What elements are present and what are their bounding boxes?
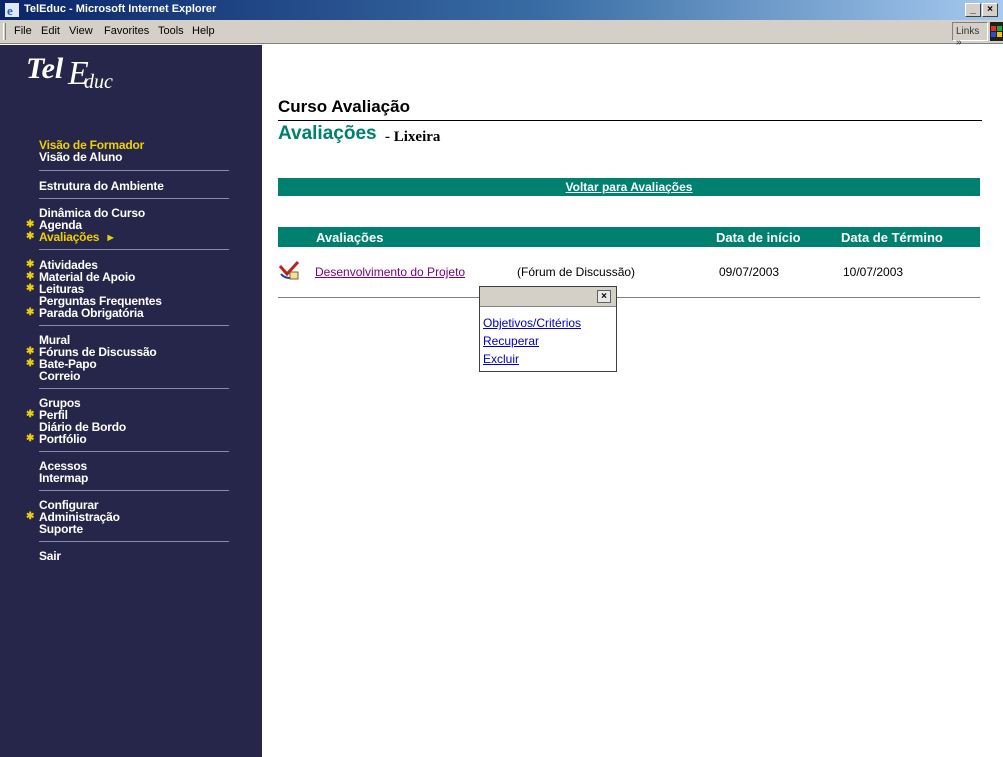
column-header-data-inicio: Data de início	[716, 230, 801, 245]
toolbar-grip[interactable]	[3, 23, 6, 40]
evaluation-type: (Fórum de Discussão)	[517, 265, 636, 279]
menu-tools[interactable]: Tools	[158, 25, 184, 37]
menu-edit[interactable]: Edit	[41, 25, 60, 37]
main-content: Curso Avaliação Avaliações - Lixeira Vol…	[262, 45, 1003, 757]
column-header-avaliacoes: Avaliações	[316, 230, 384, 245]
nav-divider	[39, 249, 229, 250]
pointing-hand-icon: ►	[105, 232, 116, 244]
table-header: Avaliações Data de início Data de Términ…	[278, 227, 980, 247]
nav-divider	[39, 541, 229, 542]
window-title: TelEduc - Microsoft Internet Explorer	[24, 3, 217, 15]
windows-logo-icon	[990, 22, 1003, 41]
nav-divider	[39, 388, 229, 389]
popup-excluir-link[interactable]: Excluir	[483, 352, 519, 366]
nav-divider	[39, 170, 229, 171]
internet-explorer-icon: e	[5, 3, 19, 18]
nav-correio[interactable]: Correio	[39, 370, 80, 382]
links-toolbar[interactable]: Links »	[952, 22, 988, 48]
close-icon[interactable]: ×	[597, 290, 611, 303]
maximize-button[interactable]: ×	[982, 3, 998, 17]
teleduc-logo: Tel E duc	[26, 52, 113, 93]
evaluation-end-date: 10/07/2003	[843, 265, 904, 279]
svg-text:Tel: Tel	[26, 52, 64, 85]
section-subtitle: - Lixeira	[385, 129, 441, 145]
evaluation-start-date: 09/07/2003	[719, 265, 780, 279]
nav-visao-aluno[interactable]: Visão de Aluno	[39, 151, 122, 163]
nav-divider	[39, 490, 229, 491]
nav-sair[interactable]: Sair	[39, 550, 61, 562]
column-header-data-termino: Data de Término	[841, 230, 943, 245]
minimize-button[interactable]: _	[965, 3, 981, 17]
back-bar: Voltar para Avaliações	[278, 178, 980, 196]
menu-view[interactable]: View	[69, 25, 93, 37]
section-title: Avaliações	[278, 123, 377, 144]
menu-file[interactable]: File	[14, 25, 32, 37]
menu-bar: File Edit View Favorites Tools Help Link…	[0, 20, 1003, 48]
svg-text:duc: duc	[84, 71, 113, 93]
popup-objetivos-link[interactable]: Objetivos/Critérios	[483, 316, 581, 330]
popup-recuperar-link[interactable]: Recuperar	[483, 334, 539, 348]
nav-avaliacoes[interactable]: Avaliações ►	[26, 230, 116, 244]
nav-avaliacoes-label: Avaliações	[39, 230, 100, 244]
nav-parada-obrigatoria[interactable]: Parada Obrigatória	[26, 307, 144, 319]
row-divider	[278, 297, 980, 298]
evaluation-check-icon	[278, 260, 300, 280]
course-title: Curso Avaliação	[278, 97, 410, 116]
nav-intermap[interactable]: Intermap	[39, 472, 88, 484]
nav-divider	[39, 451, 229, 452]
popup-header: ×	[480, 287, 616, 307]
nav-portfolio[interactable]: Portfólio	[26, 433, 87, 445]
svg-text:e: e	[7, 3, 13, 18]
menu-favorites[interactable]: Favorites	[104, 25, 149, 37]
maximize-icon: ×	[987, 4, 993, 15]
window-title-bar: e TelEduc - Microsoft Internet Explorer …	[0, 0, 1003, 20]
nav-divider	[39, 325, 229, 326]
menu-help[interactable]: Help	[192, 25, 215, 37]
evaluation-options-popup: × Objetivos/Critérios Recuperar Excluir	[479, 286, 617, 372]
nav-estrutura[interactable]: Estrutura do Ambiente	[39, 180, 164, 192]
back-to-avaliacoes-link[interactable]: Voltar para Avaliações	[566, 180, 693, 194]
title-divider	[278, 120, 982, 121]
nav-suporte[interactable]: Suporte	[39, 523, 83, 535]
evaluation-link[interactable]: Desenvolvimento do Projeto	[315, 265, 465, 279]
nav-divider	[39, 198, 229, 199]
